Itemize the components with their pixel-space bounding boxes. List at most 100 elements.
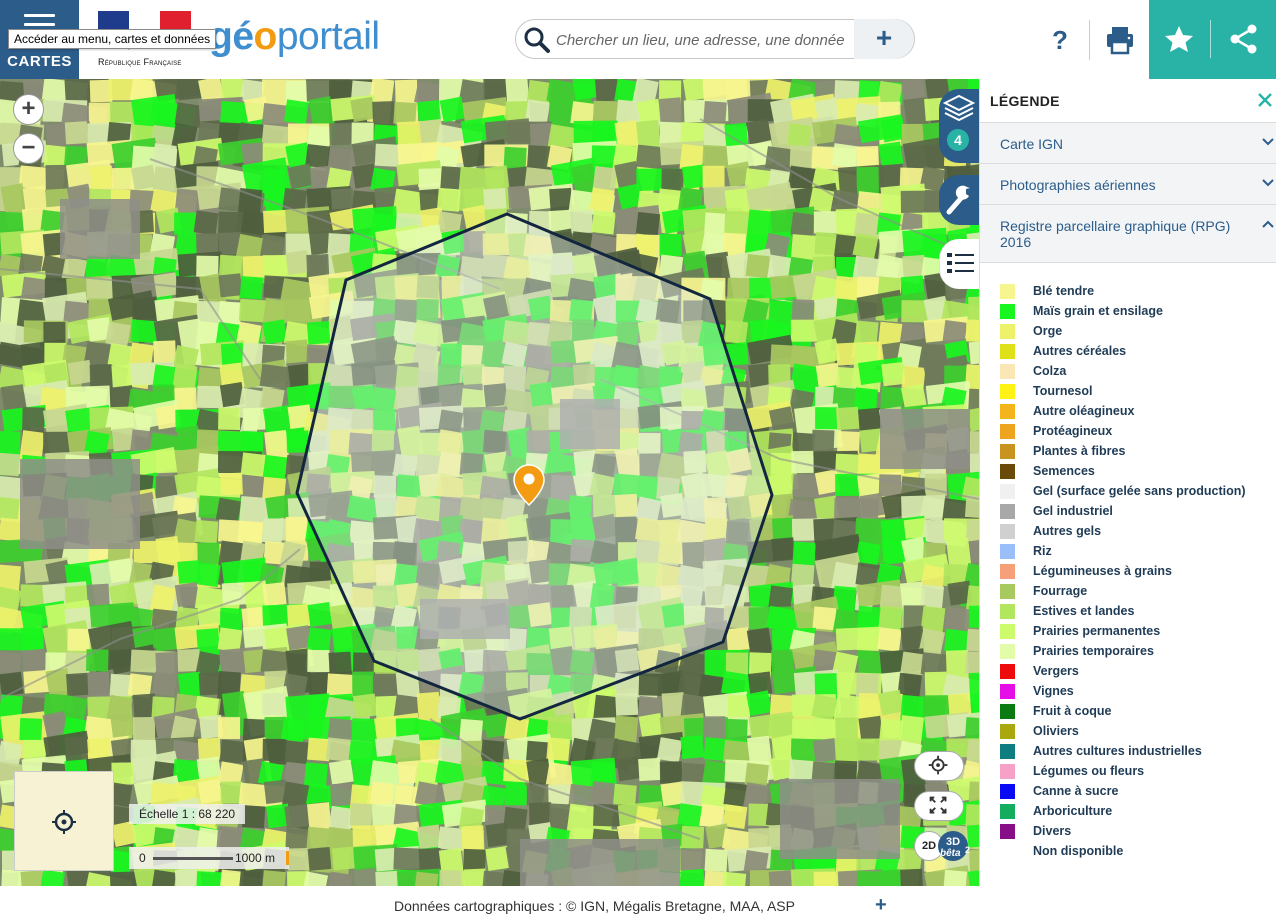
legend-item-label: Autres cultures industrielles (1033, 744, 1202, 758)
menu-label: CARTES (7, 53, 72, 70)
legend-swatch (1000, 504, 1015, 519)
legend-item-label: Canne à sucre (1033, 784, 1119, 798)
scalebar-line (153, 857, 233, 860)
legend-item-label: Autres gels (1033, 524, 1102, 538)
scale-bar: 0 1000 m (129, 847, 289, 869)
legend-section-label: Carte IGN (1000, 136, 1064, 152)
legend-swatch (1000, 464, 1015, 479)
legend-section-label: Registre parcellaire graphique (RPG) 201… (1000, 218, 1231, 250)
search-icon[interactable] (522, 25, 552, 55)
legend-swatch (1000, 544, 1015, 559)
help-button[interactable]: ? (1040, 20, 1080, 60)
legend-item-label: Plantes à fibres (1033, 444, 1126, 458)
legend-title: LÉGENDE (990, 93, 1060, 109)
legend-item-label: Gel (surface gelée sans production) (1033, 484, 1246, 498)
scalebar-zero: 0 (139, 851, 146, 865)
legend-item-label: Fruit à coque (1033, 704, 1112, 718)
chevron-down-icon (1262, 179, 1274, 187)
tab-layers[interactable]: 4 (939, 89, 979, 163)
legend-swatch (1000, 484, 1015, 499)
print-button[interactable] (1100, 20, 1140, 60)
map-view[interactable]: + − 4 Échelle 1: 68 220 0 1000 m 2D 3D … (0, 79, 979, 886)
legend-item-label: Divers (1033, 824, 1072, 838)
legend-item-label: Légumineuses à grains (1033, 564, 1172, 578)
legend-item-label: Oliviers (1033, 724, 1079, 738)
legend-item-label: Arboriculture (1033, 804, 1113, 818)
share-icon (1230, 24, 1257, 54)
map-terrain[interactable] (0, 79, 979, 886)
geolocate-icon (928, 755, 948, 775)
legend-swatch (1000, 724, 1015, 739)
legend-item-label: Riz (1033, 544, 1052, 558)
close-icon[interactable] (1256, 91, 1274, 109)
legend-swatch (1000, 424, 1015, 439)
legend-item-label: Gel industriel (1033, 504, 1113, 518)
legend-section-photographies[interactable]: Photographies aériennes (980, 163, 1276, 204)
legend-swatch (1000, 384, 1015, 399)
view-beta-sup: 2 (965, 845, 971, 855)
header: CARTES Accéder au menu, cartes et donnée… (0, 0, 1276, 79)
zoom-in-button[interactable]: + (13, 94, 44, 125)
scale-label: Échelle 1 : 68 220 (129, 804, 246, 824)
legend-swatch (1000, 344, 1015, 359)
legend-swatch (1000, 524, 1015, 539)
legend-item-label: Autre oléagineux (1033, 404, 1135, 418)
attribution-more-button[interactable]: + (875, 894, 887, 917)
legend-swatch (1000, 804, 1015, 819)
view-beta-label: bêta (940, 848, 961, 859)
share-button[interactable] (1211, 0, 1276, 79)
legend-swatch (1000, 324, 1015, 339)
legend-item-label: Autres céréales (1033, 344, 1127, 358)
legend-panel: LÉGENDE Carte IGN Photographies aérienne… (979, 79, 1276, 886)
legend-item-label: Semences (1033, 464, 1095, 478)
legend-item-label: Protéagineux (1033, 424, 1113, 438)
legend-item-label: Légumes ou fleurs (1033, 764, 1145, 778)
legend-item-label: Prairies temporaires (1033, 644, 1154, 658)
chevron-down-icon (1262, 138, 1274, 146)
legend-item-label: Blé tendre (1033, 284, 1095, 298)
legend-swatch (1000, 744, 1015, 759)
overview-minimap[interactable] (14, 771, 114, 871)
legend-list-icon (947, 253, 974, 273)
printer-icon (1107, 27, 1133, 55)
legend-swatch (1000, 704, 1015, 719)
legend-swatch (1000, 824, 1015, 839)
tab-tools[interactable] (939, 175, 979, 225)
legend-swatch (1000, 844, 1015, 859)
legend-item-label: Estives et landes (1033, 604, 1135, 618)
search-bar: + (515, 19, 915, 59)
legend-swatch (1000, 364, 1015, 379)
header-divider (1089, 20, 1090, 60)
legend-swatch (1000, 304, 1015, 319)
legend-item-label: Fourrage (1033, 584, 1088, 598)
logo-part-o: o (253, 15, 278, 58)
geoportail-logo[interactable]: géoportail (209, 15, 380, 59)
scalebar-endcap (286, 851, 289, 865)
legend-swatch (1000, 684, 1015, 699)
view-2d-3d-toggle[interactable]: 2D 3D bêta 2 (914, 831, 972, 863)
french-flag-icon (98, 11, 191, 31)
search-input[interactable] (556, 28, 852, 52)
tab-legend[interactable] (939, 239, 979, 289)
geolocate-button[interactable] (914, 751, 964, 781)
legend-swatch (1000, 764, 1015, 779)
search-advanced-button[interactable]: + (854, 19, 914, 59)
layers-count-badge: 4 (947, 129, 969, 151)
fullscreen-icon (929, 796, 947, 814)
legend-item-label: Maïs grain et ensilage (1033, 304, 1163, 318)
fullscreen-button[interactable] (914, 791, 964, 821)
legend-swatch (1000, 784, 1015, 799)
zoom-out-button[interactable]: − (13, 133, 44, 164)
crosshair-icon (52, 810, 76, 834)
legend-section-rpg[interactable]: Registre parcellaire graphique (RPG) 201… (980, 204, 1276, 263)
legend-section-label: Photographies aériennes (1000, 177, 1156, 193)
legend-swatch (1000, 604, 1015, 619)
republic-text: République Française (98, 57, 182, 67)
legend-swatch (1000, 664, 1015, 679)
legend-swatch (1000, 644, 1015, 659)
fav-share-bar (1149, 0, 1276, 79)
favorites-button[interactable] (1149, 0, 1210, 79)
legend-item-label: Vergers (1033, 664, 1079, 678)
legend-section-carte-ign[interactable]: Carte IGN (980, 122, 1276, 163)
legend-item-label: Prairies permanentes (1033, 624, 1161, 638)
